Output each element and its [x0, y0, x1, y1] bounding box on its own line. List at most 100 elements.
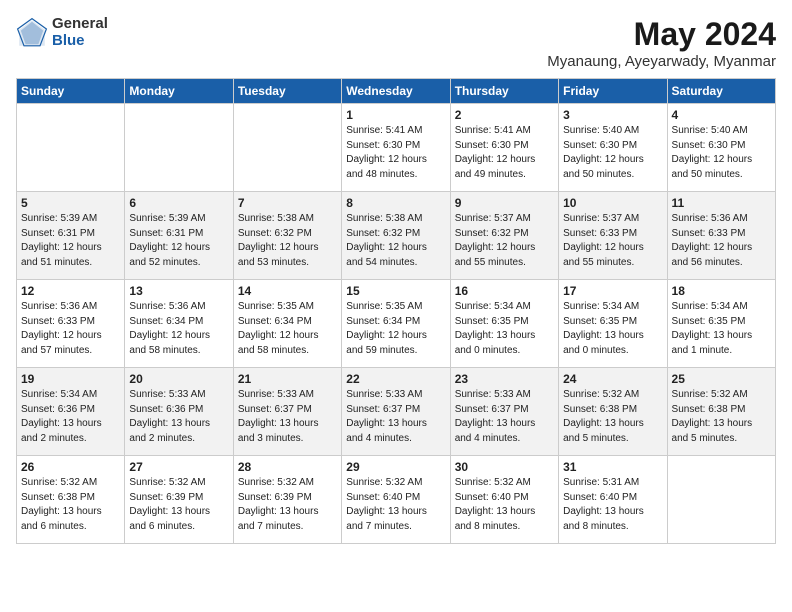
day-number: 23: [455, 372, 554, 386]
day-info: Sunrise: 5:35 AM Sunset: 6:34 PM Dayligh…: [346, 300, 445, 358]
header-monday: Monday: [125, 79, 233, 104]
day-info: Sunrise: 5:40 AM Sunset: 6:30 PM Dayligh…: [672, 124, 771, 182]
calendar-week-row: 1Sunrise: 5:41 AM Sunset: 6:30 PM Daylig…: [17, 104, 776, 192]
table-row: 12 Sunrise: 5:36 AM Sunset: 6:33 PM Dayli…: [17, 280, 125, 368]
day-number: 31: [563, 460, 662, 474]
table-row: 2Sunrise: 5:41 AM Sunset: 6:30 PM Daylig…: [450, 104, 558, 192]
logo-text: General Blue: [52, 16, 108, 49]
day-info: Sunrise: 5:36 AM Sunset: 6:33 PM Dayligh…: [21, 300, 120, 358]
day-number: 3: [563, 108, 662, 122]
table-row: [233, 104, 341, 192]
table-row: 21Sunrise: 5:33 AM Sunset: 6:37 PM Dayli…: [233, 368, 341, 456]
day-number: 9: [455, 196, 554, 210]
header-wednesday: Wednesday: [342, 79, 450, 104]
table-row: 13 Sunrise: 5:36 AM Sunset: 6:34 PM Dayli…: [125, 280, 233, 368]
day-number: 30: [455, 460, 554, 474]
day-info: Sunrise: 5:39 AM Sunset: 6:31 PM Dayligh…: [21, 212, 120, 270]
day-number: 11: [672, 196, 771, 210]
day-number: 28: [238, 460, 337, 474]
day-number: 24: [563, 372, 662, 386]
table-row: 4Sunrise: 5:40 AM Sunset: 6:30 PM Daylig…: [667, 104, 775, 192]
day-number: 29: [346, 460, 445, 474]
day-number: 19: [21, 372, 120, 386]
header-row: Sunday Monday Tuesday Wednesday Thursday…: [17, 79, 776, 104]
logo-icon: [16, 17, 48, 49]
day-number: 16: [455, 284, 554, 298]
day-info: Sunrise: 5:37 AM Sunset: 6:32 PM Dayligh…: [455, 212, 554, 270]
table-row: 10Sunrise: 5:37 AM Sunset: 6:33 PM Dayli…: [559, 192, 667, 280]
header-sunday: Sunday: [17, 79, 125, 104]
header-saturday: Saturday: [667, 79, 775, 104]
day-number: 7: [238, 196, 337, 210]
table-row: [17, 104, 125, 192]
page-header: General Blue May 2024 Myanaung, Ayeyarwa…: [16, 16, 776, 70]
day-info: Sunrise: 5:31 AM Sunset: 6:40 PM Dayligh…: [563, 476, 662, 534]
table-row: 24 Sunrise: 5:32 AM Sunset: 6:38 PM Dayli…: [559, 368, 667, 456]
header-tuesday: Tuesday: [233, 79, 341, 104]
day-number: 15: [346, 284, 445, 298]
table-row: 7 Sunrise: 5:38 AM Sunset: 6:32 PM Daylig…: [233, 192, 341, 280]
calendar-week-row: 5 Sunrise: 5:39 AM Sunset: 6:31 PM Daylig…: [17, 192, 776, 280]
logo-blue-text: Blue: [52, 33, 108, 50]
calendar-body: 1Sunrise: 5:41 AM Sunset: 6:30 PM Daylig…: [17, 104, 776, 544]
table-row: 8Sunrise: 5:38 AM Sunset: 6:32 PM Daylig…: [342, 192, 450, 280]
table-row: 11 Sunrise: 5:36 AM Sunset: 6:33 PM Dayli…: [667, 192, 775, 280]
day-info: Sunrise: 5:32 AM Sunset: 6:40 PM Dayligh…: [455, 476, 554, 534]
day-number: 25: [672, 372, 771, 386]
table-row: 14 Sunrise: 5:35 AM Sunset: 6:34 PM Dayli…: [233, 280, 341, 368]
table-row: 26 Sunrise: 5:32 AM Sunset: 6:38 PM Dayli…: [17, 456, 125, 544]
day-number: 26: [21, 460, 120, 474]
day-info: Sunrise: 5:33 AM Sunset: 6:37 PM Dayligh…: [238, 388, 337, 446]
table-row: 15 Sunrise: 5:35 AM Sunset: 6:34 PM Dayli…: [342, 280, 450, 368]
day-number: 18: [672, 284, 771, 298]
table-row: 16 Sunrise: 5:34 AM Sunset: 6:35 PM Dayli…: [450, 280, 558, 368]
table-row: 30 Sunrise: 5:32 AM Sunset: 6:40 PM Dayli…: [450, 456, 558, 544]
logo: General Blue: [16, 16, 108, 49]
day-number: 27: [129, 460, 228, 474]
day-info: Sunrise: 5:34 AM Sunset: 6:35 PM Dayligh…: [455, 300, 554, 358]
day-info: Sunrise: 5:32 AM Sunset: 6:38 PM Dayligh…: [21, 476, 120, 534]
day-number: 13: [129, 284, 228, 298]
table-row: 29 Sunrise: 5:32 AM Sunset: 6:40 PM Dayli…: [342, 456, 450, 544]
day-info: Sunrise: 5:34 AM Sunset: 6:35 PM Dayligh…: [563, 300, 662, 358]
day-number: 20: [129, 372, 228, 386]
table-row: [667, 456, 775, 544]
day-info: Sunrise: 5:32 AM Sunset: 6:38 PM Dayligh…: [672, 388, 771, 446]
title-block: May 2024 Myanaung, Ayeyarwady, Myanmar: [547, 16, 776, 70]
table-row: 20Sunrise: 5:33 AM Sunset: 6:36 PM Dayli…: [125, 368, 233, 456]
calendar-table: Sunday Monday Tuesday Wednesday Thursday…: [16, 78, 776, 544]
day-number: 12: [21, 284, 120, 298]
table-row: 1Sunrise: 5:41 AM Sunset: 6:30 PM Daylig…: [342, 104, 450, 192]
table-row: 18 Sunrise: 5:34 AM Sunset: 6:35 PM Dayli…: [667, 280, 775, 368]
day-info: Sunrise: 5:36 AM Sunset: 6:33 PM Dayligh…: [672, 212, 771, 270]
day-info: Sunrise: 5:32 AM Sunset: 6:40 PM Dayligh…: [346, 476, 445, 534]
day-info: Sunrise: 5:35 AM Sunset: 6:34 PM Dayligh…: [238, 300, 337, 358]
day-number: 5: [21, 196, 120, 210]
day-number: 14: [238, 284, 337, 298]
location-text: Myanaung, Ayeyarwady, Myanmar: [547, 53, 776, 70]
day-info: Sunrise: 5:34 AM Sunset: 6:36 PM Dayligh…: [21, 388, 120, 446]
day-number: 8: [346, 196, 445, 210]
table-row: 6Sunrise: 5:39 AM Sunset: 6:31 PM Daylig…: [125, 192, 233, 280]
table-row: 23Sunrise: 5:33 AM Sunset: 6:37 PM Dayli…: [450, 368, 558, 456]
logo-general-text: General: [52, 16, 108, 33]
table-row: 17Sunrise: 5:34 AM Sunset: 6:35 PM Dayli…: [559, 280, 667, 368]
day-info: Sunrise: 5:36 AM Sunset: 6:34 PM Dayligh…: [129, 300, 228, 358]
table-row: 5 Sunrise: 5:39 AM Sunset: 6:31 PM Daylig…: [17, 192, 125, 280]
calendar-week-row: 19 Sunrise: 5:34 AM Sunset: 6:36 PM Dayli…: [17, 368, 776, 456]
day-number: 1: [346, 108, 445, 122]
day-number: 22: [346, 372, 445, 386]
table-row: 25 Sunrise: 5:32 AM Sunset: 6:38 PM Dayli…: [667, 368, 775, 456]
table-row: 3Sunrise: 5:40 AM Sunset: 6:30 PM Daylig…: [559, 104, 667, 192]
day-info: Sunrise: 5:32 AM Sunset: 6:39 PM Dayligh…: [129, 476, 228, 534]
table-row: 19 Sunrise: 5:34 AM Sunset: 6:36 PM Dayli…: [17, 368, 125, 456]
day-info: Sunrise: 5:38 AM Sunset: 6:32 PM Dayligh…: [238, 212, 337, 270]
day-info: Sunrise: 5:32 AM Sunset: 6:38 PM Dayligh…: [563, 388, 662, 446]
day-number: 10: [563, 196, 662, 210]
day-info: Sunrise: 5:39 AM Sunset: 6:31 PM Dayligh…: [129, 212, 228, 270]
table-row: 22Sunrise: 5:33 AM Sunset: 6:37 PM Dayli…: [342, 368, 450, 456]
calendar-week-row: 12 Sunrise: 5:36 AM Sunset: 6:33 PM Dayli…: [17, 280, 776, 368]
table-row: 31 Sunrise: 5:31 AM Sunset: 6:40 PM Dayli…: [559, 456, 667, 544]
month-year-title: May 2024: [547, 16, 776, 53]
day-info: Sunrise: 5:34 AM Sunset: 6:35 PM Dayligh…: [672, 300, 771, 358]
